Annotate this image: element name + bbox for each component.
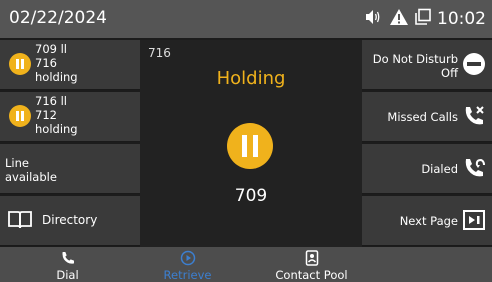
contact-pool-label: Contact Pool (275, 268, 348, 282)
hold-icon (9, 53, 31, 75)
line-key-1-text: 709 ll 716 holding (35, 42, 78, 84)
hold-icon (9, 105, 31, 127)
softkey-bar: Dial Retrieve Contact Pool (0, 247, 492, 282)
dialed-key[interactable]: Dialed (362, 144, 492, 194)
dialed-label: Dialed (421, 162, 458, 176)
line-title: 716 ll (35, 94, 67, 108)
line-key-3-text: Line available (5, 156, 57, 184)
line-key-2[interactable]: 716 ll 712 holding (0, 92, 140, 142)
line-number: 712 (35, 108, 57, 122)
clock: 10:02 (437, 9, 486, 29)
dial-label: Dial (56, 268, 79, 282)
next-page-key[interactable]: Next Page (362, 196, 492, 246)
contact-icon (304, 250, 320, 270)
warning-icon (389, 8, 409, 30)
line-title: 709 ll (35, 42, 67, 56)
dnd-label: Do Not Disturb Off (373, 52, 458, 80)
line-label: Line (5, 156, 29, 170)
line-state: holding (35, 70, 78, 84)
missed-call-icon (462, 104, 486, 132)
dialed-call-icon (462, 156, 486, 184)
play-icon (180, 250, 196, 270)
directory-label: Directory (42, 213, 98, 227)
line-number: 716 (35, 56, 57, 70)
dnd-state: Off (441, 66, 458, 80)
dnd-title: Do Not Disturb (372, 52, 458, 66)
next-page-label: Next Page (399, 214, 458, 228)
copy-icon (414, 8, 432, 30)
dial-softkey[interactable]: Dial (6, 247, 129, 282)
missed-calls-label: Missed Calls (387, 110, 458, 124)
directory-key[interactable]: Directory (0, 196, 140, 246)
hold-icon (227, 123, 273, 169)
status-icons: 10:02 (364, 8, 486, 30)
retrieve-label: Retrieve (163, 268, 212, 282)
function-keys: Do Not Disturb Off Missed Calls Dialed N… (362, 40, 492, 247)
line-key-2-text: 716 ll 712 holding (35, 94, 78, 136)
contact-pool-softkey[interactable]: Contact Pool (250, 247, 373, 282)
status-bar: 02/22/2024 10:02 (0, 0, 492, 38)
speaker-icon (364, 9, 384, 29)
caller-number: 709 (234, 186, 268, 206)
call-panel: 716 Holding 709 (140, 40, 362, 247)
date-display: 02/22/2024 (9, 8, 107, 28)
line-key-1[interactable]: 709 ll 716 holding (0, 40, 140, 90)
dnd-icon (462, 52, 486, 80)
do-not-disturb-key[interactable]: Do Not Disturb Off (362, 40, 492, 90)
book-icon (7, 210, 33, 234)
empty-softkey[interactable] (369, 247, 492, 282)
call-status: Holding (216, 68, 286, 89)
missed-calls-key[interactable]: Missed Calls (362, 92, 492, 142)
line-state: holding (35, 122, 78, 136)
line-key-3[interactable]: Line available (0, 144, 140, 194)
next-page-icon (462, 208, 486, 236)
active-line-number: 716 (148, 46, 171, 60)
line-status: available (5, 170, 57, 184)
line-keys: 709 ll 716 holding 716 ll 712 holding Li… (0, 40, 140, 247)
retrieve-softkey[interactable]: Retrieve (126, 247, 249, 282)
phone-icon (60, 250, 76, 270)
